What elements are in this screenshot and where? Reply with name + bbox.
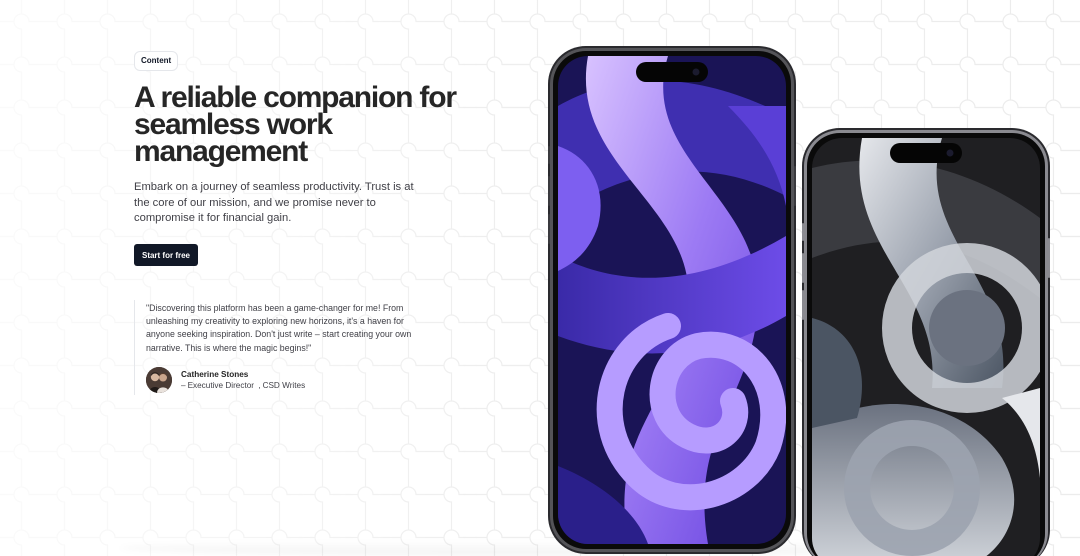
silver-iphone [802,128,1050,556]
hero-section: Content A reliable companion for seamles… [0,0,1080,556]
author-avatar [146,367,172,393]
purple-iphone [548,46,796,554]
hero-headline: A reliable companion for seamless work m… [134,81,457,168]
author-role: – Executive Director , CSD Writes [181,381,305,390]
role-dash: – [181,381,186,390]
author-name: Catherine Stones [181,370,249,379]
role-separator: , [258,381,261,390]
section-badge: Content [134,51,179,71]
testimonial-quote: "Discovering this platform has been a ga… [146,303,412,353]
author-company: CSD Writes [262,381,306,390]
silver-phone-illustration [802,128,1050,556]
start-for-free-button[interactable]: Start for free [134,244,198,266]
author-title: Executive Director [187,381,254,390]
hero-description: Embark on a journey of seamless producti… [134,181,414,224]
testimonial: "Discovering this platform has been a ga… [134,300,420,395]
purple-phone-illustration [548,46,796,554]
